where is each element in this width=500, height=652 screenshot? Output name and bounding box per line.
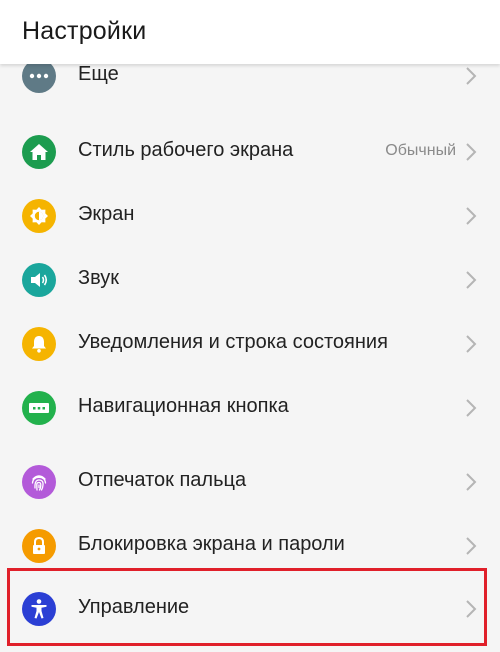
chevron-right-icon — [466, 143, 477, 161]
settings-item-value: Обычный — [385, 142, 456, 159]
chevron-right-icon — [466, 335, 477, 353]
page-title: Настройки — [22, 17, 147, 45]
highlight-frame — [7, 568, 487, 646]
chevron-right-icon — [466, 399, 477, 417]
settings-item-label: Отпечаток пальца — [78, 469, 247, 491]
lock-icon — [22, 529, 56, 563]
fingerprint-icon — [22, 465, 56, 499]
chevron-right-icon — [466, 67, 477, 85]
settings-list: Еще Стиль рабочего экрана Обычный Экран — [0, 0, 500, 652]
settings-item-display[interactable]: Экран — [0, 188, 500, 244]
settings-item-label: Стиль рабочего экрана — [78, 139, 294, 161]
speaker-icon — [22, 263, 56, 297]
settings-item-lock-screen[interactable]: Блокировка экрана и пароли — [0, 518, 500, 574]
app-header: Настройки — [0, 0, 500, 64]
settings-item-label: Блокировка экрана и пароли — [78, 533, 345, 555]
chevron-right-icon — [466, 207, 477, 225]
bell-icon — [22, 327, 56, 361]
chevron-right-icon — [466, 537, 477, 555]
more-dots-icon — [22, 59, 56, 93]
chevron-right-icon — [466, 271, 477, 289]
settings-item-label: Навигационная кнопка — [78, 395, 289, 417]
settings-item-label: Экран — [78, 203, 135, 225]
settings-item-label: Еще — [78, 63, 119, 85]
home-icon — [22, 135, 56, 169]
chevron-right-icon — [466, 473, 477, 491]
settings-item-navigation[interactable]: Навигационная кнопка — [0, 380, 500, 436]
nav-bar-icon — [22, 391, 56, 425]
settings-item-home-style[interactable]: Стиль рабочего экрана Обычный — [0, 124, 500, 180]
brightness-icon — [22, 199, 56, 233]
settings-item-sound[interactable]: Звук — [0, 252, 500, 308]
settings-item-label: Звук — [78, 267, 120, 289]
settings-item-label: Уведомления и строка состояния — [78, 331, 388, 353]
settings-item-fingerprint[interactable]: Отпечаток пальца — [0, 454, 500, 510]
settings-item-notifications[interactable]: Уведомления и строка состояния — [0, 316, 500, 372]
